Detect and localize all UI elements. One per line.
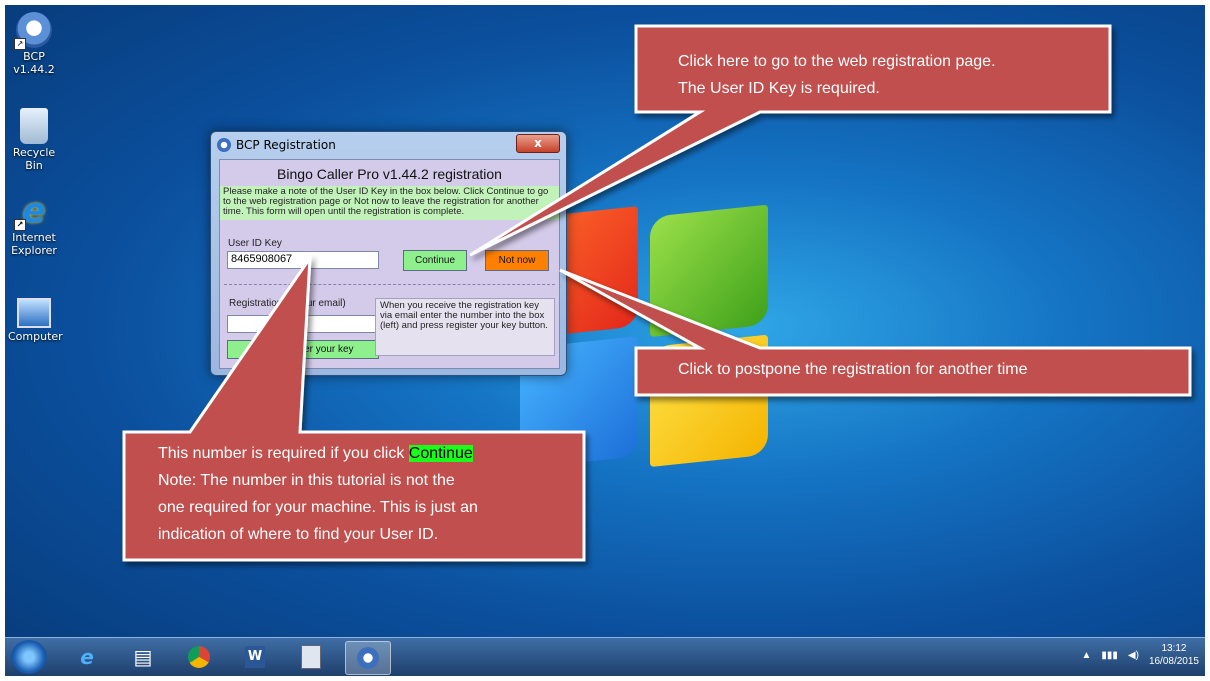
system-tray: ▲ ▮▮▮ ◀) 13:12 16/08/2015 <box>1081 642 1199 668</box>
internet-explorer-taskbar-icon[interactable]: e <box>65 641 109 673</box>
callout-bottom-text: This number is required if you click Con… <box>158 440 478 548</box>
callout-text: This number is required if you click <box>158 445 409 462</box>
word-icon[interactable]: W <box>233 641 277 673</box>
clock[interactable]: 13:12 16/08/2015 <box>1149 642 1199 668</box>
calculator-icon[interactable] <box>289 641 333 673</box>
chrome-icon[interactable] <box>177 641 221 673</box>
volume-icon[interactable]: ◀) <box>1128 650 1139 661</box>
callout-text-line: This number is required if you click Con… <box>158 440 478 467</box>
callout-layer <box>122 24 1192 562</box>
callout-top-right-text: Click here to go to the web registration… <box>678 48 996 102</box>
callout-right-text: Click to postpone the registration for a… <box>678 361 1028 378</box>
callout-text-line: The User ID Key is required. <box>678 80 880 97</box>
taskbar: e ▤ W ▲ ▮▮▮ ◀) 13:12 16/08/2015 <box>5 637 1205 676</box>
continue-highlight: Continue <box>408 445 473 462</box>
clock-date: 16/08/2015 <box>1148 656 1199 667</box>
network-icon[interactable]: ▮▮▮ <box>1101 650 1118 661</box>
show-hidden-icons-icon[interactable]: ▲ <box>1081 650 1091 661</box>
start-button[interactable] <box>11 640 47 674</box>
bcp-taskbar-icon[interactable] <box>345 641 391 675</box>
windows-explorer-icon[interactable]: ▤ <box>121 641 165 673</box>
callout-text-line: indication of where to find your User ID… <box>158 526 439 543</box>
callout-text-line: Note: The number in this tutorial is not… <box>158 472 455 489</box>
callout-text-line: Click here to go to the web registration… <box>678 53 996 70</box>
callout-text-line: one required for your machine. This is j… <box>158 499 478 516</box>
clock-time: 13:12 <box>1161 643 1187 654</box>
